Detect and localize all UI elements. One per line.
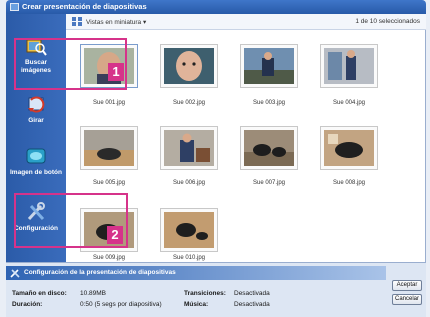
window-title: Crear presentación de diapositivas	[22, 2, 147, 11]
thumbnail-caption: Sue 006.jpg	[172, 180, 206, 186]
thumbnail-caption: Sue 001.jpg	[92, 100, 126, 106]
accept-button[interactable]: Aceptar	[392, 280, 422, 291]
photo	[244, 130, 294, 166]
settings-header: Configuración de la presentación de diap…	[6, 266, 386, 280]
thumbnail-caption: Sue 009.jpg	[92, 255, 126, 261]
thumbnail-5[interactable]	[80, 126, 138, 170]
duration-label: Duración:	[12, 301, 43, 308]
thumbnail-caption: Sue 005.jpg	[92, 180, 126, 186]
cancel-button[interactable]: Cancelar	[392, 294, 422, 305]
thumbnail-caption: Sue 004.jpg	[332, 100, 366, 106]
sidebar-item-label: Imagen de botón	[10, 169, 62, 176]
settings-footer: Configuración de la presentación de diap…	[6, 262, 426, 317]
view-toolbar: Vistas en miniatura ▾ 1 de 10 selecciona…	[66, 14, 426, 30]
button-image-icon	[26, 148, 46, 164]
photo	[324, 48, 374, 84]
thumbnail-6[interactable]	[160, 126, 218, 170]
photo	[324, 130, 374, 166]
rotate-icon	[28, 96, 45, 113]
app-icon	[10, 3, 19, 11]
thumbnail-4[interactable]	[320, 44, 378, 88]
settings-title: Configuración de la presentación de diap…	[24, 269, 176, 276]
callout-badge-1: 1	[108, 63, 124, 81]
selection-count: 1 de 10 seleccionados	[355, 18, 420, 25]
sidebar-item-label: Girar	[28, 117, 44, 124]
disk-size-label: Tamaño en disco:	[12, 290, 67, 297]
thumbnail-view-icon[interactable]	[72, 17, 82, 26]
slideshow-window: Crear presentación de diapositivas Busca…	[0, 0, 430, 317]
sidebar-item-button-image[interactable]: Imagen de botón	[10, 146, 62, 177]
photo	[164, 212, 214, 248]
music-label: Música:	[184, 301, 209, 308]
callout-badge-2: 2	[107, 226, 123, 244]
transitions-value: Desactivada	[234, 290, 270, 297]
thumbnail-caption: Sue 002.jpg	[172, 100, 206, 106]
thumbnail-10[interactable]	[160, 208, 218, 252]
thumbnail-7[interactable]	[240, 126, 298, 170]
view-mode-dropdown[interactable]: Vistas en miniatura ▾	[86, 18, 146, 26]
title-bar: Crear presentación de diapositivas	[6, 0, 426, 14]
photo	[84, 130, 134, 166]
disk-size-value: 10.89MB	[80, 290, 107, 297]
thumbnail-3[interactable]	[240, 44, 298, 88]
music-value: Desactivada	[234, 301, 270, 308]
thumbnail-caption: Sue 008.jpg	[332, 180, 366, 186]
thumbnail-8[interactable]	[320, 126, 378, 170]
thumbnail-caption: Sue 007.jpg	[252, 180, 286, 186]
sidebar-item-rotate[interactable]: Girar	[10, 94, 62, 125]
photo	[244, 48, 294, 84]
transitions-label: Transiciones:	[184, 290, 226, 297]
photo	[164, 48, 214, 84]
thumbnail-caption: Sue 010.jpg	[172, 255, 206, 261]
thumbnail-caption: Sue 003.jpg	[252, 100, 286, 106]
thumbnail-2[interactable]	[160, 44, 218, 88]
photo	[164, 130, 214, 166]
duration-value: 0:50 (5 segs por diapositiva)	[80, 301, 162, 308]
settings-tools-icon	[10, 269, 20, 278]
